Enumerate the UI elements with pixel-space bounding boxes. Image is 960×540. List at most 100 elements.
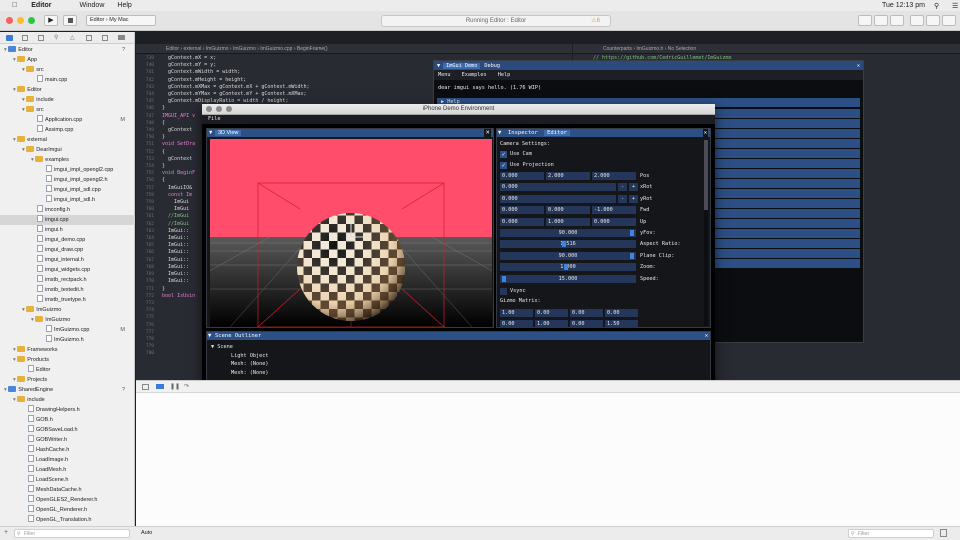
navigator-row[interactable]: imgui_impl_sdl.h <box>0 195 135 205</box>
navigator-row[interactable]: ▾ ImGuizmo <box>0 305 135 315</box>
source-control-icon[interactable] <box>22 35 28 41</box>
navigator-row[interactable]: ImGuizmo.cpp M <box>0 325 135 335</box>
navigator-row[interactable]: ▾ src <box>0 65 135 75</box>
collapse-arrow-icon[interactable]: ▼ <box>208 332 211 340</box>
yrot-minus-button[interactable]: - <box>618 194 627 203</box>
breadcrumb-item[interactable]: ImGuizmo <box>233 46 256 52</box>
navigator-row[interactable]: ▾ src <box>0 105 135 115</box>
gizmo-matrix-cell[interactable]: 0.00 <box>570 320 603 329</box>
editor-assistant-button[interactable] <box>874 15 888 26</box>
navigator-row[interactable]: GOB.h <box>0 415 135 425</box>
navigator-row[interactable]: ▾ Products <box>0 355 135 365</box>
xrot-minus-button[interactable]: - <box>618 183 627 192</box>
editor-version-button[interactable] <box>890 15 904 26</box>
breadcrumb-item[interactable]: ImGuizmo <box>206 46 229 52</box>
inspector-window[interactable]: ▼ Inspector Editor ✕ Camera Settings: ✓ Us… <box>496 128 711 329</box>
tab-inspector[interactable]: Inspector <box>505 130 541 136</box>
navigator-row[interactable]: ▾ include <box>0 95 135 105</box>
fwd-field[interactable]: 0.000 <box>546 206 590 215</box>
navigator-row[interactable]: imgui.h <box>0 225 135 235</box>
xrot-plus-button[interactable]: + <box>629 183 638 192</box>
navigator-row[interactable]: OpenGL_Translation.h <box>0 515 135 525</box>
fwd-field[interactable]: 0.000 <box>500 206 544 215</box>
tree-item[interactable]: Light Object <box>207 352 710 361</box>
close-icon[interactable]: ✕ <box>857 63 860 69</box>
navigator-row[interactable]: OpenGL_Renderer.h <box>0 505 135 515</box>
gizmo-matrix-cell[interactable]: 1.50 <box>605 320 638 329</box>
slider-grab[interactable] <box>562 241 566 248</box>
sim-close-icon[interactable] <box>206 106 212 112</box>
zoom-slider[interactable]: 1.000 <box>500 263 636 272</box>
apple-icon[interactable]:  <box>12 2 17 9</box>
inspector-titlebar[interactable]: ▼ Inspector Editor ✕ <box>497 129 710 137</box>
pos-field[interactable]: 2.000 <box>592 172 636 180</box>
tab-debug[interactable]: Debug <box>480 63 504 69</box>
breadcrumb-item[interactable]: Editor <box>166 46 179 52</box>
gizmo-matrix-cell[interactable]: 0.00 <box>570 308 603 317</box>
close-icon[interactable]: ✕ <box>705 332 708 340</box>
navigator-row[interactable]: ▾ ImGuizmo <box>0 315 135 325</box>
navigator-row[interactable]: imgui_internal.h <box>0 255 135 265</box>
yrot-field[interactable]: 0.000 <box>500 194 616 203</box>
slider-grab[interactable] <box>630 252 634 259</box>
menu-help-imgui[interactable]: Help <box>498 72 511 78</box>
up-field[interactable]: 0.000 <box>500 217 544 226</box>
use-projection-checkbox[interactable]: ✓ <box>500 161 507 169</box>
navigator-row[interactable]: imgui_widgets.cpp <box>0 265 135 275</box>
imgui-demo-titlebar[interactable]: ▼ ImGui Demo Debug ✕ <box>434 61 863 70</box>
navigator-row[interactable]: imconfig.h <box>0 205 135 215</box>
navigator-row[interactable]: ▾ Projects <box>0 375 135 385</box>
scope-selector[interactable]: Auto <box>141 530 152 536</box>
navigator-filter[interactable]: ⚲ Filter <box>14 529 130 538</box>
gizmo-matrix-cell[interactable]: 0.00 <box>605 308 638 317</box>
slider-grab[interactable] <box>630 230 634 236</box>
slider-grab[interactable] <box>502 275 506 282</box>
navigator-row[interactable]: main.cpp <box>0 75 135 85</box>
navigator-row[interactable]: OpenGLES2_Renderer.h <box>0 495 135 505</box>
add-icon[interactable]: + <box>4 529 8 536</box>
viewport-3d[interactable] <box>210 139 492 327</box>
navigator-row[interactable]: ▾ App <box>0 55 135 65</box>
close-icon[interactable]: ✕ <box>702 129 708 137</box>
step-over-icon[interactable]: ↷ <box>184 383 189 390</box>
menu-app[interactable]: Editor <box>31 2 51 9</box>
hide-debug-icon[interactable] <box>142 384 149 390</box>
menu-menu[interactable]: Menu <box>438 72 451 78</box>
spotlight-icon[interactable]: ⚲ <box>934 2 939 10</box>
navigator-row[interactable]: ImGuizmo.h <box>0 335 135 345</box>
up-field[interactable]: 0.000 <box>592 217 636 226</box>
yfov-slider[interactable]: 90.000 <box>500 229 636 237</box>
navigator-row[interactable]: DrawingHelpers.h <box>0 405 135 415</box>
navigator-row[interactable]: Assimp.cpp <box>0 125 135 135</box>
sim-zoom-icon[interactable] <box>226 106 232 112</box>
inspector-scroll-thumb[interactable] <box>704 140 708 210</box>
speed-slider[interactable]: 15.000 <box>500 274 636 283</box>
navigator-row[interactable]: ▾ examples <box>0 155 135 165</box>
view3d-window[interactable]: ▼ 3D View ✕ <box>206 128 494 328</box>
fwd-field[interactable]: -1.000 <box>592 206 636 215</box>
aspect-ratio-slider[interactable]: 1.516 <box>500 240 636 249</box>
navigator-row[interactable]: MeshDataCache.h <box>0 485 135 495</box>
zoom-window-icon[interactable] <box>28 17 35 24</box>
gizmo-matrix-cell[interactable]: 0.00 <box>500 320 533 329</box>
tree-item[interactable]: Mesh: (None) <box>207 360 710 369</box>
breadcrumb-item[interactable]: No Selection <box>668 46 696 52</box>
menu-file[interactable]: File <box>208 116 221 122</box>
debug-nav-icon[interactable] <box>102 35 108 41</box>
plane-clip-slider[interactable]: 90.000 <box>500 251 636 260</box>
run-button[interactable]: ▶ <box>44 15 58 26</box>
navigator-row[interactable]: imgui_impl_opengl2.cpp <box>0 165 135 175</box>
menu-help[interactable]: Help <box>117 2 131 9</box>
breakpoint-nav-icon[interactable] <box>118 35 125 40</box>
navigator-row[interactable]: imgui_demo.cpp <box>0 235 135 245</box>
issue-nav-icon[interactable]: △ <box>70 34 75 41</box>
collapse-arrow-icon[interactable]: ▼ <box>208 129 213 137</box>
navigator-row[interactable]: LoadImage.h <box>0 455 135 465</box>
folder-nav-icon[interactable] <box>6 35 13 41</box>
close-window-icon[interactable] <box>6 17 13 24</box>
breadcrumb-item[interactable]: BeginFrame() <box>297 46 328 52</box>
navigator-row[interactable]: imgui_draw.cpp <box>0 245 135 255</box>
gizmo-matrix-cell[interactable]: 0.00 <box>535 308 568 317</box>
yrot-plus-button[interactable]: + <box>629 194 638 203</box>
sim-minimize-icon[interactable] <box>216 106 222 112</box>
